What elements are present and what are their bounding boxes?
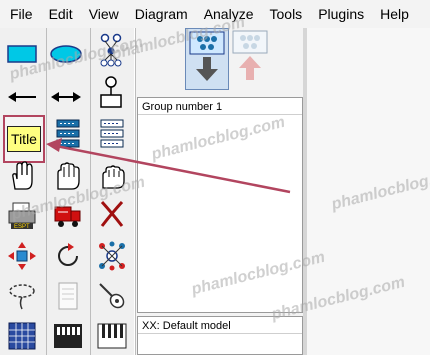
model-label: XX: Default model [138, 317, 302, 334]
menu-view[interactable]: View [89, 6, 119, 22]
guitar-tool-icon[interactable] [94, 280, 130, 312]
lasso-tool-icon[interactable] [4, 280, 40, 312]
calendar-grid-tool-icon[interactable] [4, 320, 40, 352]
svg-text:ESPT: ESPT [14, 224, 30, 230]
palette-divider [90, 28, 91, 355]
model-panel[interactable]: XX: Default model [137, 316, 303, 355]
up-model-button[interactable] [229, 28, 273, 90]
menu-plugins[interactable]: Plugins [318, 6, 364, 22]
menu-diagram[interactable]: Diagram [135, 6, 188, 22]
hand-open-tool-icon[interactable] [50, 160, 86, 192]
canvas-area[interactable] [307, 28, 430, 355]
list-stack-tool-icon[interactable] [50, 118, 86, 150]
film-strip-tool-icon[interactable] [50, 320, 86, 352]
hand-pan-tool-icon[interactable] [4, 160, 40, 192]
title-tool-button[interactable]: Title [3, 115, 45, 163]
model-toolbar [185, 28, 285, 90]
group-label: Group number 1 [138, 98, 302, 115]
palette-divider [46, 28, 47, 355]
left-arrow-tool-icon[interactable] [4, 81, 40, 113]
menu-analyze[interactable]: Analyze [204, 6, 254, 22]
menu-edit[interactable]: Edit [49, 6, 73, 22]
menu-bar: File Edit View Diagram Analyze Tools Plu… [0, 0, 430, 28]
truck-tool-icon[interactable] [50, 200, 86, 232]
document-tool-icon[interactable] [50, 280, 86, 312]
pin-node-tool-icon[interactable] [93, 76, 129, 108]
menu-tools[interactable]: Tools [270, 6, 303, 22]
hand-grab-tool-icon[interactable] [94, 160, 130, 192]
expand-node-tool-icon[interactable] [4, 240, 40, 272]
tree-hierarchy-tool-icon[interactable] [93, 33, 129, 67]
ellipse-tool-icon[interactable] [48, 38, 84, 70]
group-panel[interactable]: Group number 1 [137, 97, 303, 313]
double-arrow-tool-icon[interactable] [48, 81, 84, 113]
refresh-cycle-tool-icon[interactable] [50, 240, 86, 272]
list-outline-tool-icon[interactable] [94, 118, 130, 150]
rectangle-tool-icon[interactable] [4, 38, 40, 70]
network-hub-tool-icon[interactable] [94, 240, 130, 272]
menu-help[interactable]: Help [380, 6, 409, 22]
cross-tool-icon[interactable] [94, 198, 130, 230]
down-model-button[interactable] [185, 28, 229, 90]
menu-file[interactable]: File [10, 6, 33, 22]
title-tool-label: Title [7, 126, 41, 152]
printer-tool-icon[interactable]: ESPT [4, 200, 40, 232]
piano-keys-tool-icon[interactable] [94, 320, 130, 352]
